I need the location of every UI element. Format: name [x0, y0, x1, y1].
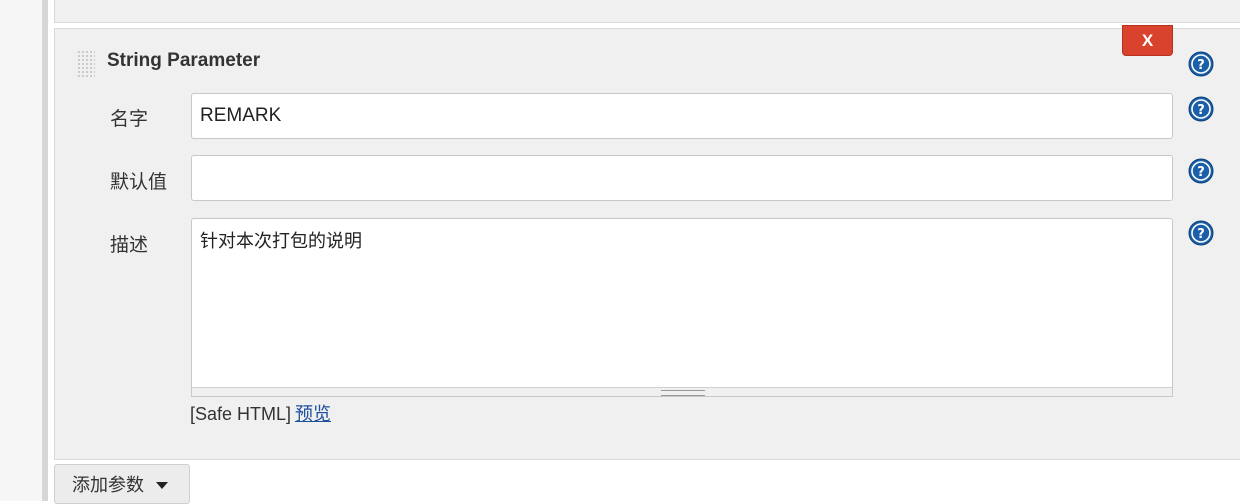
- drag-handle-icon[interactable]: [77, 50, 95, 78]
- svg-text:?: ?: [1197, 227, 1205, 242]
- safe-html-row: [Safe HTML] 预览: [190, 400, 331, 426]
- name-input[interactable]: [191, 93, 1173, 139]
- help-icon[interactable]: ?: [1188, 220, 1214, 246]
- left-gutter: [0, 0, 42, 501]
- description-field: 针对本次打包的说明: [191, 218, 1173, 397]
- default-value-label: 默认值: [110, 172, 168, 193]
- grip-lines-icon: [661, 390, 705, 396]
- svg-text:?: ?: [1197, 58, 1205, 73]
- preview-link[interactable]: 预览: [295, 404, 331, 424]
- left-rail: [42, 0, 48, 501]
- description-label: 描述: [110, 235, 149, 256]
- default-value-input[interactable]: [191, 155, 1173, 201]
- caret-down-icon: [156, 481, 168, 489]
- name-label: 名字: [110, 109, 149, 130]
- help-icon[interactable]: ?: [1188, 96, 1214, 122]
- parameter-title: String Parameter: [107, 50, 261, 71]
- help-icon[interactable]: ?: [1188, 158, 1214, 184]
- delete-parameter-button[interactable]: X: [1122, 25, 1173, 56]
- svg-text:?: ?: [1197, 103, 1205, 118]
- help-icon[interactable]: ?: [1188, 51, 1214, 77]
- previous-parameter-block: [54, 0, 1240, 23]
- svg-text:?: ?: [1197, 165, 1205, 180]
- description-textarea[interactable]: 针对本次打包的说明: [192, 219, 1172, 388]
- add-parameter-button[interactable]: 添加参数: [54, 464, 190, 504]
- textarea-resize-handle[interactable]: [192, 387, 1172, 396]
- safe-html-label: [Safe HTML]: [190, 404, 292, 424]
- add-parameter-label: 添加参数: [72, 475, 144, 495]
